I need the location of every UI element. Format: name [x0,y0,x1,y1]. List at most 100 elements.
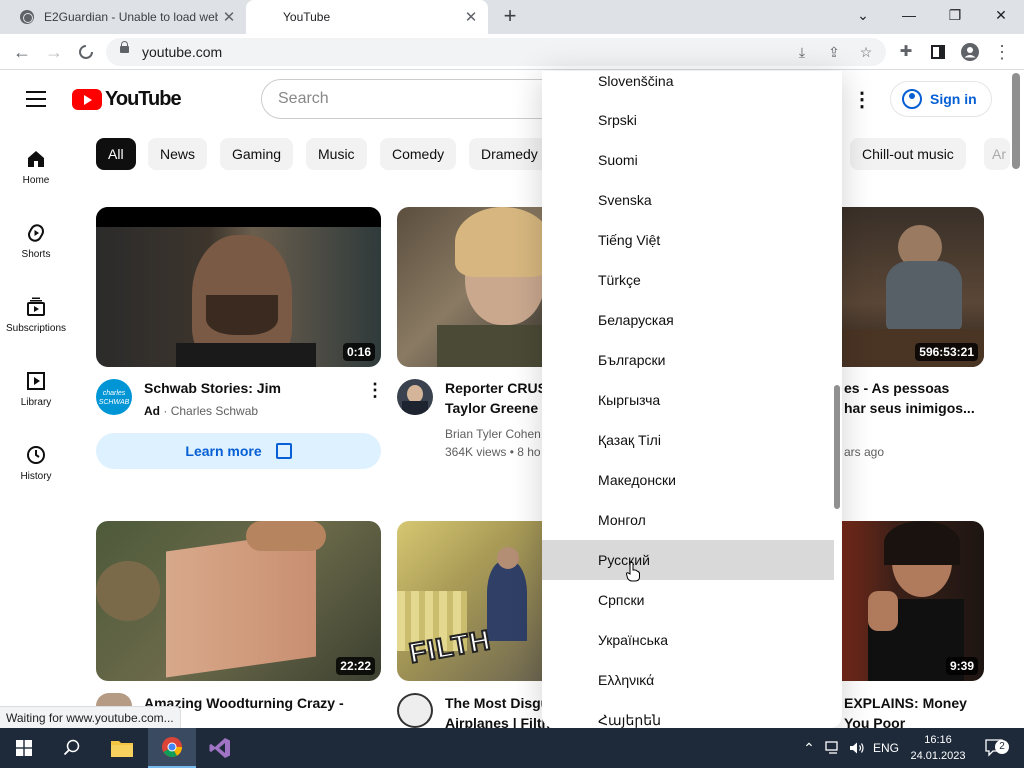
extensions-puzzle-icon[interactable]: ✚ [894,40,918,64]
language-option[interactable]: Tiếng Việt [542,220,834,260]
search-icon[interactable] [48,728,96,768]
video-title-line1[interactable]: Reporter CRUSH [445,378,557,398]
sidebar-item-label: Library [20,397,52,408]
language-option[interactable]: Қазақ Тілі [542,420,834,460]
channel-avatar-woodturning[interactable] [96,693,132,706]
sidebar-item-home[interactable]: Home [0,149,72,186]
input-language-indicator[interactable]: ENG [872,728,900,768]
video-age-meta: ars ago [844,445,885,459]
youtube-logo[interactable]: YouTube [72,88,182,111]
share-icon[interactable]: ⇪ [824,42,844,62]
video-kebab-icon[interactable]: ⋮ [366,380,384,401]
address-bar[interactable]: youtube.com ⤓ ⇪ ☆ [106,38,886,66]
forward-arrow-icon[interactable]: → [42,40,66,64]
chip-all[interactable]: All [96,138,136,170]
channel-name[interactable]: Brian Tyler Cohen [445,425,541,443]
sidebar-item-history[interactable]: History [0,445,72,482]
language-option[interactable]: Srpski [542,100,834,140]
visual-studio-icon[interactable] [196,728,244,768]
close-window-button[interactable]: ✕ [978,0,1024,30]
sign-in-button[interactable]: Sign in [890,81,992,117]
video-thumbnail-movie[interactable]: 596:53:21 [838,207,984,367]
back-arrow-icon[interactable]: ← [10,40,34,64]
video-thumbnail-filth[interactable]: FILTH [397,521,547,681]
page-scrollbar-thumb[interactable] [1012,73,1020,169]
menu-hamburger-icon[interactable] [26,91,46,107]
tab-e2guardian[interactable]: E2Guardian - Unable to load web page ✕ [8,0,246,34]
video-title-line1[interactable]: EXPLAINS: Money [844,693,967,713]
search-input[interactable]: Search [261,79,561,119]
video-title[interactable]: Schwab Stories: Jim [144,378,281,398]
sidebar-item-library[interactable]: Library [0,371,72,408]
language-option[interactable]: Монгол [542,500,834,540]
video-thumbnail-reporter[interactable] [397,207,547,367]
browser-status-text: Waiting for www.youtube.com... [0,706,181,728]
tray-chevron-up-icon[interactable]: ⌃ [798,728,820,768]
language-option[interactable]: Ελληνικά [542,660,834,700]
language-option[interactable]: Български [542,340,834,380]
subscriptions-icon [26,297,46,317]
chip-chill-out-music[interactable]: Chill-out music [850,138,966,170]
settings-kebab-icon[interactable]: ⋮ [852,87,872,112]
new-tab-button[interactable]: + [498,4,522,28]
notification-count-badge: 2 [995,740,1009,754]
volume-icon[interactable] [846,728,868,768]
library-icon [26,371,46,391]
video-title-line2[interactable]: har seus inimigos... [844,398,975,418]
chip-gaming[interactable]: Gaming [220,138,294,170]
youtube-play-icon [72,89,102,110]
channel-avatar-schwab[interactable]: charles SCHWAB [96,379,132,415]
video-title-line2[interactable]: Taylor Greene o [445,398,551,418]
history-clock-icon [26,445,46,465]
tab-close-button[interactable]: ✕ [218,8,240,26]
restore-button[interactable]: ❐ [932,0,978,30]
language-option-hovered[interactable]: Русский [542,540,834,580]
language-option[interactable]: Türkçe [542,260,834,300]
sidebar-item-subscriptions[interactable]: Subscriptions [0,297,72,334]
external-link-icon [275,443,292,459]
language-option[interactable]: Українська [542,620,834,660]
video-thumbnail-woodturning[interactable]: 22:22 [96,521,381,681]
language-option[interactable]: Кыргызча [542,380,834,420]
tab-search-button[interactable]: ⌄ [840,0,886,30]
bookmark-star-icon[interactable]: ☆ [856,42,876,62]
network-icon[interactable] [822,728,844,768]
chip-news[interactable]: News [148,138,208,170]
chrome-icon[interactable] [148,728,196,768]
loading-spinner-icon[interactable] [74,40,98,64]
chip-dramedy[interactable]: Dramedy [469,138,550,170]
install-icon[interactable]: ⤓ [792,42,812,62]
learn-more-button[interactable]: Learn more [96,433,381,469]
language-option[interactable]: Suomi [542,140,834,180]
chip-partial[interactable]: Ar [984,138,1010,170]
system-clock[interactable]: 16:16 24.01.2023 [906,732,970,764]
chip-comedy[interactable]: Comedy [380,138,457,170]
language-menu: Slovenščina Srpski Suomi Svenska Tiếng V… [542,71,842,728]
video-thumbnail-schwab[interactable]: 0:16 [96,207,381,367]
language-menu-scrollbar-thumb[interactable] [834,385,840,509]
video-title-line1[interactable]: es - As pessoas [844,378,949,398]
channel-name[interactable]: Charles Schwab [171,404,258,418]
video-thumbnail-money[interactable]: 9:39 [838,521,984,681]
windows-start-icon[interactable] [0,728,48,768]
language-option[interactable]: Беларуская [542,300,834,340]
notifications-icon[interactable]: 2 [980,728,1010,768]
file-explorer-icon[interactable] [98,728,146,768]
side-panel-icon[interactable] [926,40,950,64]
sidebar-item-shorts[interactable]: Shorts [0,223,72,260]
minimize-button[interactable]: — [886,0,932,30]
language-option[interactable]: Svenska [542,180,834,220]
video-title-line1[interactable]: The Most Disgu [445,693,549,713]
chrome-menu-icon[interactable]: ⋮ [990,40,1014,64]
chip-music[interactable]: Music [306,138,367,170]
language-option[interactable]: Македонски [542,460,834,500]
channel-avatar-brian[interactable] [397,379,433,415]
language-option[interactable]: Српски [542,580,834,620]
tab-youtube[interactable]: YouTube ✕ [246,0,488,34]
lock-icon[interactable] [120,41,129,53]
channel-avatar-filth[interactable] [397,693,433,728]
profile-icon[interactable] [958,40,982,64]
language-option[interactable]: Հայերեն [542,700,834,728]
language-option[interactable]: Slovenščina [542,71,834,101]
tab-close-button[interactable]: ✕ [460,8,482,26]
